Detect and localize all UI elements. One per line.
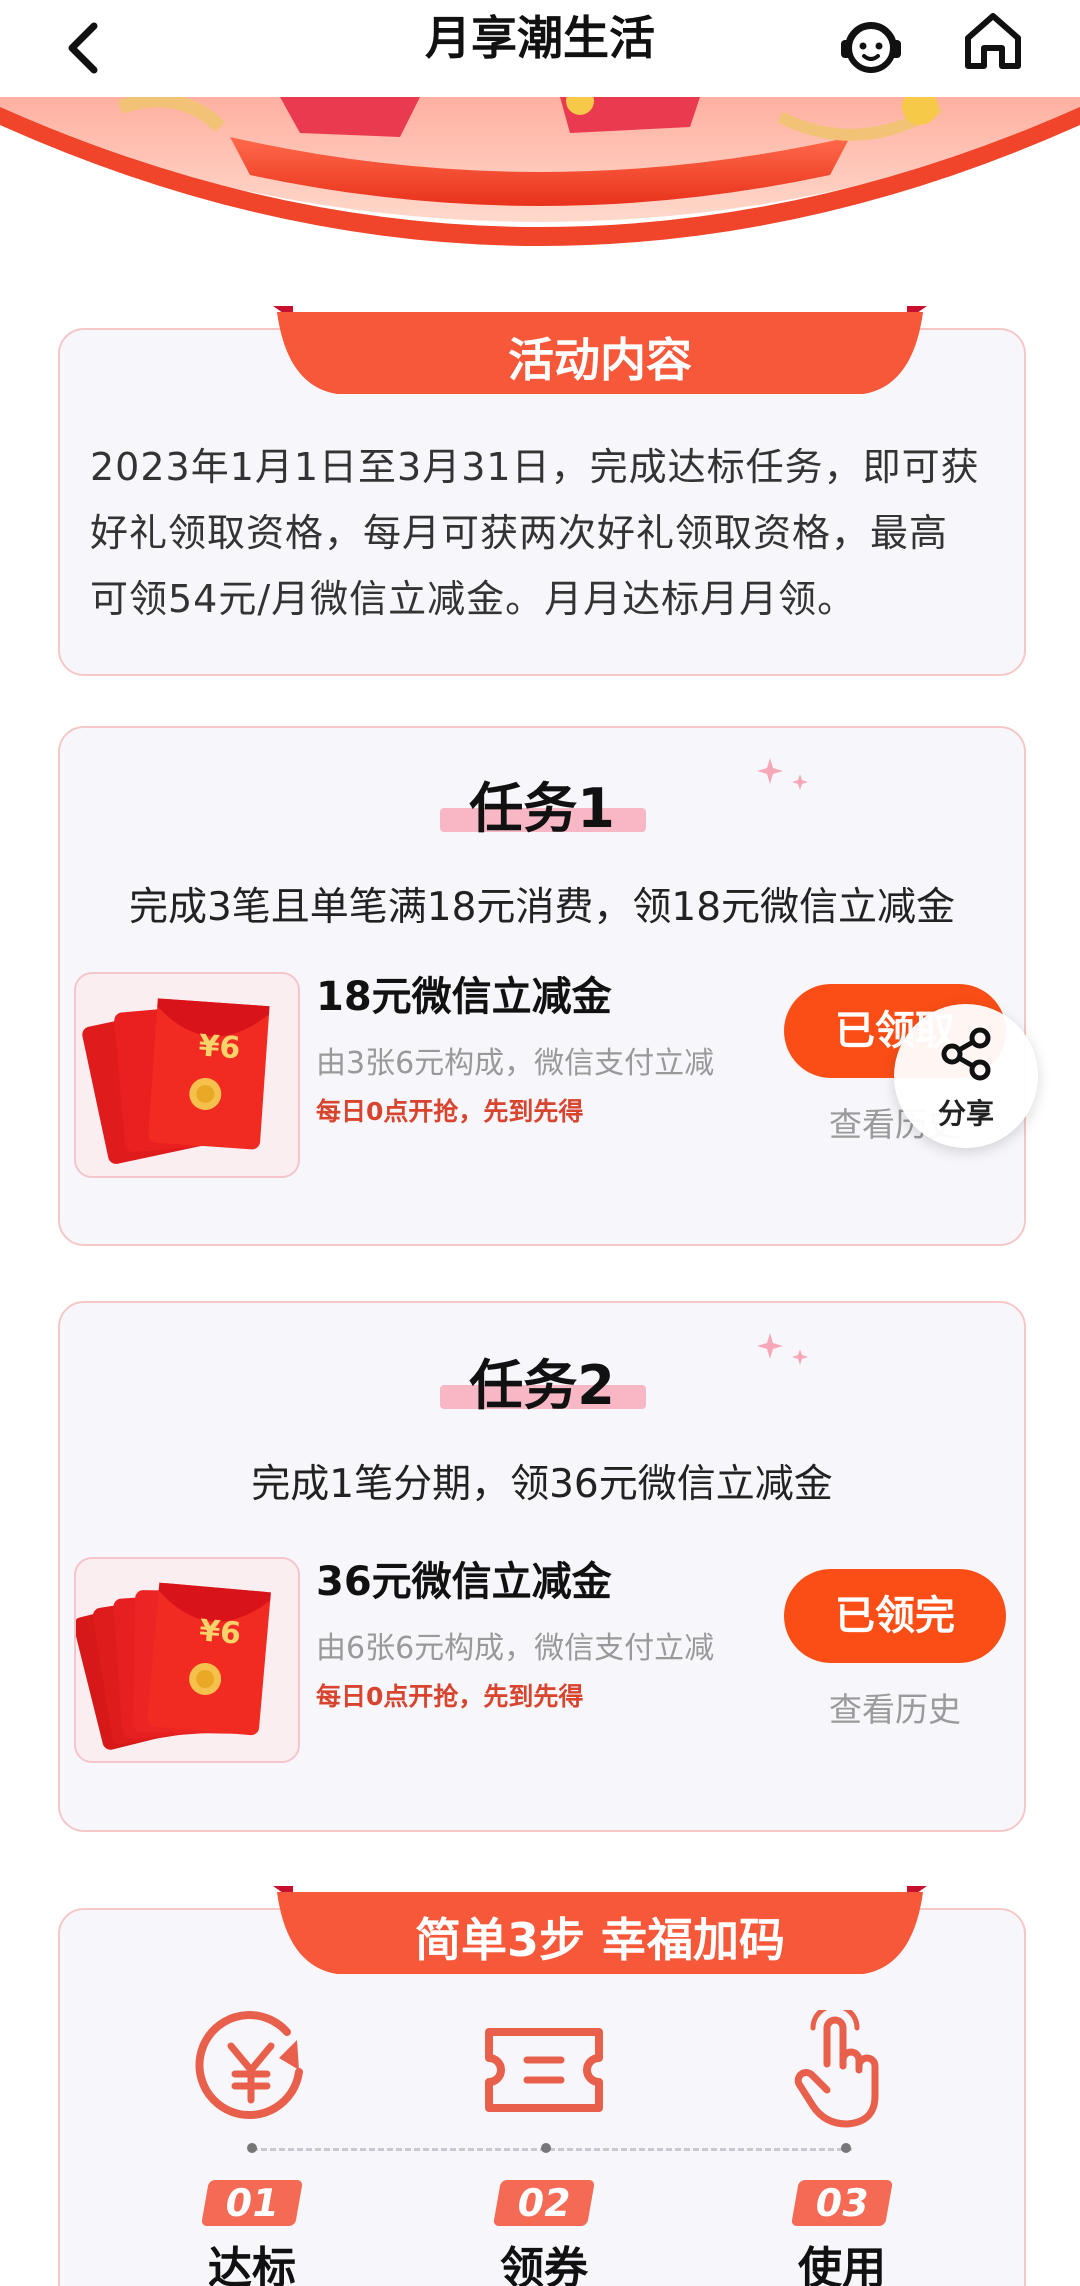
task-card-1: 任务1 完成3笔且单笔满18元消费，领18元微信立减金 ¥6 18元微信立减金 … [58, 726, 1026, 1246]
step-label: 领券 [500, 2243, 588, 2286]
yen-coin-icon [195, 2011, 303, 2119]
prize-thumbnail: ¥6 [74, 972, 300, 1178]
prize-thumbnail: ¥6 [74, 1557, 300, 1763]
view-history-link[interactable]: 查看历史 [784, 1683, 1006, 1731]
share-icon [941, 1027, 991, 1081]
hero-banner [0, 97, 1080, 277]
step-2: 02 领券 [444, 2010, 644, 2286]
svg-text:¥6: ¥6 [198, 1613, 243, 1652]
prize-note: 每日0点开抢，先到先得 [316, 1682, 584, 1711]
activity-heading: 活动内容 [508, 333, 692, 387]
activity-line-3: 可领54元/月微信立减金。月月达标月月领。 [90, 577, 857, 621]
sold-out-button[interactable]: 已领完 [784, 1569, 1006, 1663]
step-number: 03 [790, 2180, 894, 2226]
share-label: 分享 [937, 1097, 994, 1130]
steps-card: 简单3步 幸福加码 01 达标 02 领券 03 使用 [58, 1886, 1026, 2286]
customer-service-icon[interactable] [836, 10, 906, 80]
home-icon[interactable] [958, 6, 1028, 76]
prize-subtitle: 由3张6元构成，微信支付立减 [316, 1046, 715, 1081]
activity-line-2: 好礼领取资格，每月可获两次好礼领取资格，最高 [90, 511, 949, 555]
step-label: 达标 [208, 2243, 296, 2286]
activity-line-1: 2023年1月1日至3月31日，完成达标任务，即可获 [90, 445, 980, 489]
steps-ribbon: 简单3步 幸福加码 [273, 1886, 927, 1976]
activity-description: 2023年1月1日至3月31日，完成达标任务，即可获 好礼领取资格，每月可获两次… [90, 434, 998, 632]
task-card-2: 任务2 完成1笔分期，领36元微信立减金 ¥6 36元微信立减金 由6张6元构成… [58, 1301, 1026, 1832]
activity-card: 活动内容 2023年1月1日至3月31日，完成达标任务，即可获 好礼领取资格，每… [58, 306, 1026, 676]
task-description: 完成3笔且单笔满18元消费，领18元微信立减金 [128, 885, 956, 930]
top-nav-bar: 月享潮生活 [0, 0, 1080, 97]
step-number: 01 [200, 2180, 304, 2226]
prize-name: 36元微信立减金 [316, 1559, 612, 1605]
steps-heading: 简单3步 幸福加码 [414, 1913, 786, 1967]
task-title: 任务1 [469, 777, 615, 840]
banner-artwork [0, 97, 1080, 246]
task-title: 任务2 [469, 1354, 615, 1417]
tap-hand-icon [794, 2010, 879, 2128]
prize-name: 18元微信立减金 [316, 974, 612, 1020]
activity-ribbon: 活动内容 [273, 306, 927, 396]
red-envelope-icon: ¥6 [76, 1582, 271, 1750]
step-label: 使用 [798, 2243, 886, 2286]
red-envelope-icon: ¥6 [82, 998, 270, 1164]
svg-text:¥6: ¥6 [197, 1028, 241, 1066]
step-number: 02 [492, 2180, 596, 2226]
task-description: 完成1笔分期，领36元微信立减金 [251, 1462, 833, 1507]
step-3: 03 使用 [742, 2010, 942, 2286]
prize-note: 每日0点开抢，先到先得 [316, 1097, 584, 1126]
share-button[interactable]: 分享 [894, 1004, 1038, 1148]
step-1: 01 达标 [152, 2010, 352, 2286]
prize-subtitle: 由6张6元构成，微信支付立减 [316, 1631, 715, 1666]
ticket-icon [485, 2028, 603, 2112]
page-title: 月享潮生活 [425, 11, 655, 65]
